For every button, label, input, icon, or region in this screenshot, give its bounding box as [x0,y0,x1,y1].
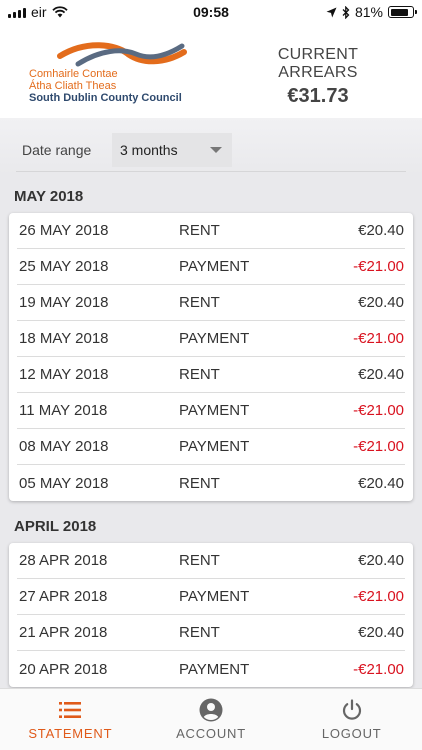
list-icon [59,698,82,722]
transaction-type: PAYMENT [179,438,250,455]
transaction-type: RENT [179,552,220,569]
transaction-date: 20 APR 2018 [19,660,108,678]
transaction-type: RENT [179,474,220,492]
date-range-value: 3 months [120,141,178,158]
transaction-date: 11 MAY 2018 [19,402,108,419]
app-header: Comhairle Contae Átha Cliath Theas South… [0,24,422,118]
logo-text-line-1: Comhairle Contae [29,68,118,80]
arrears-value: €31.73 [287,85,349,107]
transaction-amount: €20.40 [358,294,404,311]
transaction-amount: -€21.00 [353,330,404,347]
transaction-amount: €20.40 [358,552,404,569]
transaction-card: 28 APR 2018 RENT €20.40 27 APR 2018 PAYMENT… [9,543,413,687]
statement-content[interactable]: Date range 3 months MAY 2018 26 MAY 2018… [0,118,422,688]
transaction-type: PAYMENT [179,258,250,275]
month-heading: MAY 2018 [14,188,84,205]
battery-percent: 81% [354,4,383,20]
carrier-name: eir [31,4,47,20]
transaction-date: 28 APR 2018 [19,552,108,569]
transaction-type: PAYMENT [179,588,250,605]
transaction-amount: -€21.00 [353,660,404,678]
logo-text-line-2: Átha Cliath Theas [29,80,117,92]
transaction-date: 18 MAY 2018 [19,330,109,347]
transaction-row[interactable]: 28 APR 2018 RENT €20.40 [17,543,405,579]
transaction-row[interactable]: 12 MAY 2018 RENT €20.40 [17,357,405,393]
logo-text-line-3: South Dublin County Council [29,92,182,104]
transaction-type: PAYMENT [179,402,250,419]
transaction-type: PAYMENT [179,660,250,678]
council-logo: Comhairle Contae Átha Cliath Theas South… [26,42,201,108]
transaction-date: 08 MAY 2018 [19,438,109,455]
transaction-date: 27 APR 2018 [19,588,108,605]
date-range-label: Date range [22,141,92,158]
transaction-row[interactable]: 26 MAY 2018 RENT €20.40 [17,213,405,249]
transaction-row[interactable]: 11 MAY 2018 PAYMENT -€21.00 [17,393,405,429]
transaction-amount: -€21.00 [353,402,404,419]
nav-logout[interactable]: LOGOUT [281,689,422,750]
transaction-amount: €20.40 [358,474,404,492]
transaction-row[interactable]: 20 APR 2018 PAYMENT -€21.00 [17,651,405,687]
arrears-label: CURRENT ARREARS [277,46,359,81]
transaction-row[interactable]: 08 MAY 2018 PAYMENT -€21.00 [17,429,405,465]
transaction-amount: €20.40 [358,624,404,641]
bottom-nav: STATEMENT ACCOUNT LOGOUT [0,688,422,750]
transaction-amount: €20.40 [358,222,404,239]
arrears-summary: CURRENT ARREARS €31.73 [238,46,398,108]
wifi-icon [51,6,68,18]
month-heading: APRIL 2018 [14,518,97,535]
transaction-type: RENT [179,222,220,239]
transaction-row[interactable]: 19 MAY 2018 RENT €20.40 [17,285,405,321]
transaction-type: RENT [179,624,220,641]
battery-icon [388,6,417,18]
transaction-row[interactable]: 21 APR 2018 RENT €20.40 [17,615,405,651]
transaction-type: RENT [179,366,220,383]
transaction-date: 26 MAY 2018 [19,222,109,239]
transaction-row[interactable]: 18 MAY 2018 PAYMENT -€21.00 [17,321,405,357]
date-range-filter: Date range 3 months [16,128,406,172]
transaction-card: 26 MAY 2018 RENT €20.40 25 MAY 2018 PAYMENT… [9,213,413,501]
nav-statement-label: STATEMENT [28,726,113,741]
transaction-amount: -€21.00 [353,588,404,605]
nav-account-label: ACCOUNT [176,726,246,741]
transaction-date: 19 MAY 2018 [19,294,109,311]
power-icon [341,698,363,722]
transaction-type: PAYMENT [179,330,250,347]
transaction-type: RENT [179,294,220,311]
transaction-amount: €20.40 [358,366,404,383]
status-bar: eir 09:58 81% [0,0,422,24]
transaction-amount: -€21.00 [353,258,404,275]
dropdown-arrow-icon [210,146,222,153]
transaction-row[interactable]: 05 MAY 2018 RENT €20.40 [17,465,405,501]
location-arrow-icon [326,7,337,17]
account-circle-icon [199,698,223,722]
nav-logout-label: LOGOUT [321,726,382,741]
signal-icon [8,7,26,18]
logo-swoosh-icon [57,42,187,67]
date-range-select[interactable]: 3 months [112,132,232,167]
transaction-date: 21 APR 2018 [19,624,108,641]
nav-account[interactable]: ACCOUNT [141,689,282,750]
nav-statement[interactable]: STATEMENT [0,689,141,750]
transaction-date: 05 MAY 2018 [19,474,109,492]
bluetooth-icon [342,5,350,19]
transaction-row[interactable]: 25 MAY 2018 PAYMENT -€21.00 [17,249,405,285]
transaction-date: 25 MAY 2018 [19,258,109,275]
transaction-amount: -€21.00 [353,438,404,455]
transaction-row[interactable]: 27 APR 2018 PAYMENT -€21.00 [17,579,405,615]
clock: 09:58 [193,4,229,20]
transaction-date: 12 MAY 2018 [19,366,109,383]
